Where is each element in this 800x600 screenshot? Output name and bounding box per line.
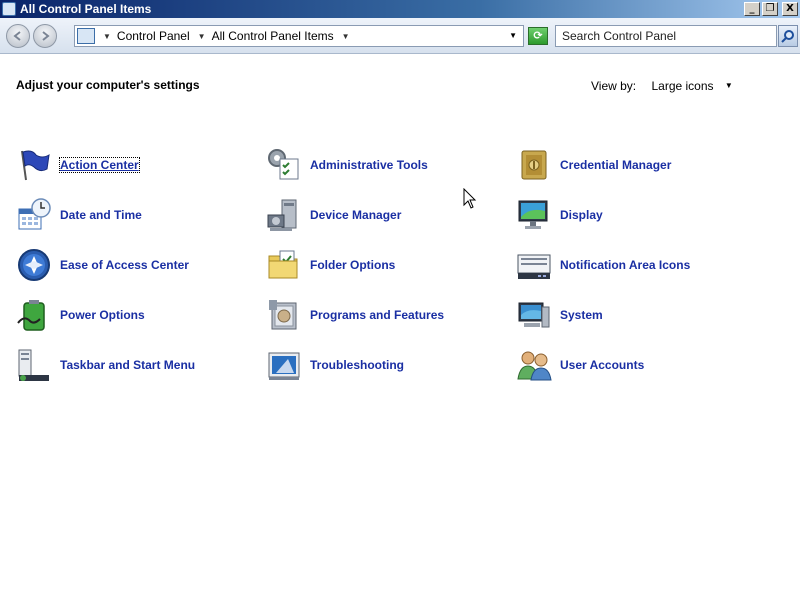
item-power-options[interactable]: Power Options xyxy=(16,295,266,335)
system-icon xyxy=(518,302,550,328)
troubleshoot-icon xyxy=(268,352,300,380)
item-folder-options[interactable]: Folder Options xyxy=(266,245,516,285)
flag-icon xyxy=(21,150,50,181)
item-label[interactable]: Power Options xyxy=(60,308,145,322)
calendar-clock-icon xyxy=(18,198,51,230)
search-button[interactable] xyxy=(778,25,798,47)
item-label[interactable]: Credential Manager xyxy=(560,158,671,172)
view-by-control[interactable]: View by: Large icons ▼ xyxy=(591,79,733,93)
item-label[interactable]: Ease of Access Center xyxy=(60,258,189,272)
item-label[interactable]: Notification Area Icons xyxy=(560,258,690,272)
window-title: All Control Panel Items xyxy=(20,2,152,16)
monitor-icon xyxy=(518,200,548,229)
search-icon xyxy=(781,30,794,43)
ease-of-access-icon xyxy=(18,249,50,281)
battery-icon xyxy=(17,300,45,331)
breadcrumb-control-panel[interactable]: Control Panel xyxy=(117,29,190,43)
view-by-label: View by: xyxy=(591,79,637,93)
item-credential-manager[interactable]: Credential Manager xyxy=(516,145,766,185)
item-notification-area-icons[interactable]: Notification Area Icons xyxy=(516,245,766,285)
window-controls: _ ❐ X xyxy=(744,2,798,16)
chevron-down-icon[interactable]: ▼ xyxy=(198,32,206,41)
chevron-down-icon[interactable]: ▼ xyxy=(103,32,111,41)
notification-area-icon xyxy=(517,254,551,279)
back-arrow-icon xyxy=(13,31,21,41)
item-display[interactable]: Display xyxy=(516,195,766,235)
users-icon xyxy=(517,351,552,381)
item-label[interactable]: User Accounts xyxy=(560,358,644,372)
view-by-value[interactable]: Large icons xyxy=(651,79,713,93)
restore-button[interactable]: ❐ xyxy=(762,2,778,16)
item-label[interactable]: Action Center xyxy=(59,157,140,173)
item-taskbar-and-start-menu[interactable]: Taskbar and Start Menu xyxy=(16,345,266,385)
refresh-button[interactable]: ⟳ xyxy=(528,27,548,45)
item-label[interactable]: Date and Time xyxy=(60,208,142,222)
item-label[interactable]: Folder Options xyxy=(310,258,395,272)
admin-tools-icon xyxy=(268,149,299,180)
item-label[interactable]: System xyxy=(560,308,603,322)
device-manager-icon xyxy=(267,199,297,231)
programs-icon xyxy=(269,300,297,330)
chevron-down-icon[interactable]: ▼ xyxy=(725,81,733,90)
item-label[interactable]: Display xyxy=(560,208,603,222)
title-bar: All Control Panel Items _ ❐ X xyxy=(0,0,800,18)
item-system[interactable]: System xyxy=(516,295,766,335)
item-label[interactable]: Administrative Tools xyxy=(310,158,428,172)
item-label[interactable]: Troubleshooting xyxy=(310,358,404,372)
item-label[interactable]: Device Manager xyxy=(310,208,401,222)
mouse-cursor-icon xyxy=(463,188,477,209)
search-input[interactable]: Search Control Panel xyxy=(555,25,777,47)
item-device-manager[interactable]: Device Manager xyxy=(266,195,516,235)
control-panel-icon xyxy=(2,2,16,16)
minimize-button[interactable]: _ xyxy=(744,2,760,16)
back-button[interactable] xyxy=(6,24,30,48)
address-dropdown-icon[interactable]: ▼ xyxy=(509,31,517,40)
item-troubleshooting[interactable]: Troubleshooting xyxy=(266,345,516,385)
page-heading: Adjust your computer's settings xyxy=(16,78,200,92)
item-label[interactable]: Taskbar and Start Menu xyxy=(60,358,195,372)
breadcrumb-all-items[interactable]: All Control Panel Items xyxy=(212,29,334,43)
item-ease-of-access-center[interactable]: Ease of Access Center xyxy=(16,245,266,285)
vault-icon xyxy=(521,150,547,180)
taskbar-icon xyxy=(18,349,49,381)
item-action-center[interactable]: Action Center xyxy=(16,145,266,185)
folder-icon xyxy=(268,250,298,279)
control-panel-items: Action Center Administrative Tools Crede… xyxy=(16,145,776,395)
navigation-bar: ▼ Control Panel ▼ All Control Panel Item… xyxy=(0,18,800,54)
forward-button[interactable] xyxy=(33,24,57,48)
item-label[interactable]: Programs and Features xyxy=(310,308,444,322)
item-user-accounts[interactable]: User Accounts xyxy=(516,345,766,385)
item-date-and-time[interactable]: Date and Time xyxy=(16,195,266,235)
close-button[interactable]: X xyxy=(782,2,798,16)
control-panel-icon xyxy=(77,28,95,44)
address-bar[interactable]: ▼ Control Panel ▼ All Control Panel Item… xyxy=(74,25,524,47)
item-administrative-tools[interactable]: Administrative Tools xyxy=(266,145,516,185)
chevron-down-icon[interactable]: ▼ xyxy=(342,32,350,41)
item-programs-and-features[interactable]: Programs and Features xyxy=(266,295,516,335)
forward-arrow-icon xyxy=(42,31,50,41)
